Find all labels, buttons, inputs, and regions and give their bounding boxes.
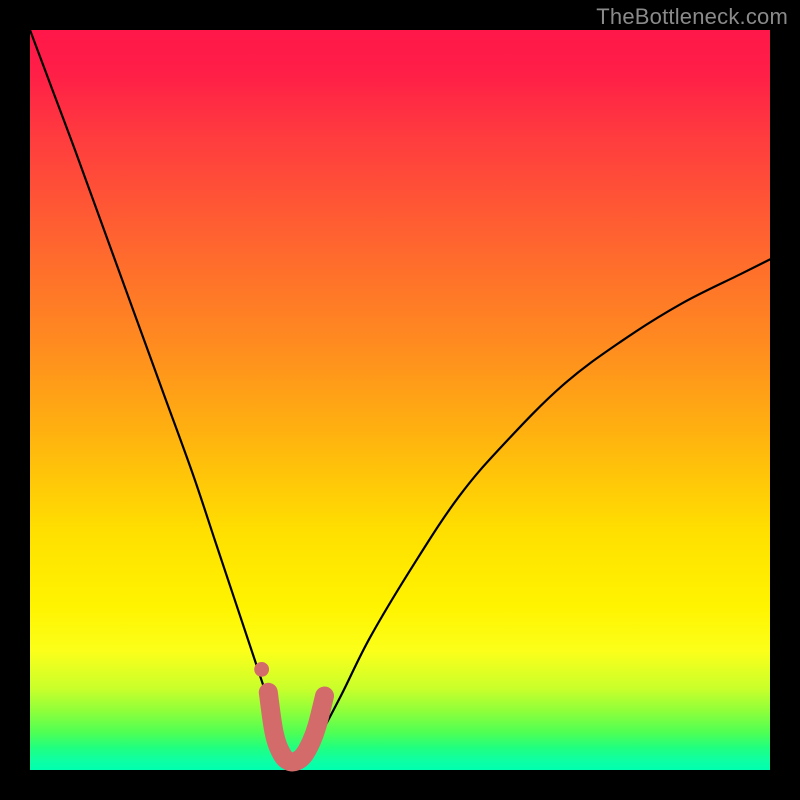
curve-svg: [30, 30, 770, 770]
plot-area: [30, 30, 770, 770]
minimum-marker-u: [268, 692, 324, 762]
chart-outer-frame: TheBottleneck.com: [0, 0, 800, 800]
watermark-text: TheBottleneck.com: [596, 4, 788, 30]
minimum-marker-dot: [254, 662, 269, 677]
bottleneck-curve-line: [30, 30, 770, 762]
